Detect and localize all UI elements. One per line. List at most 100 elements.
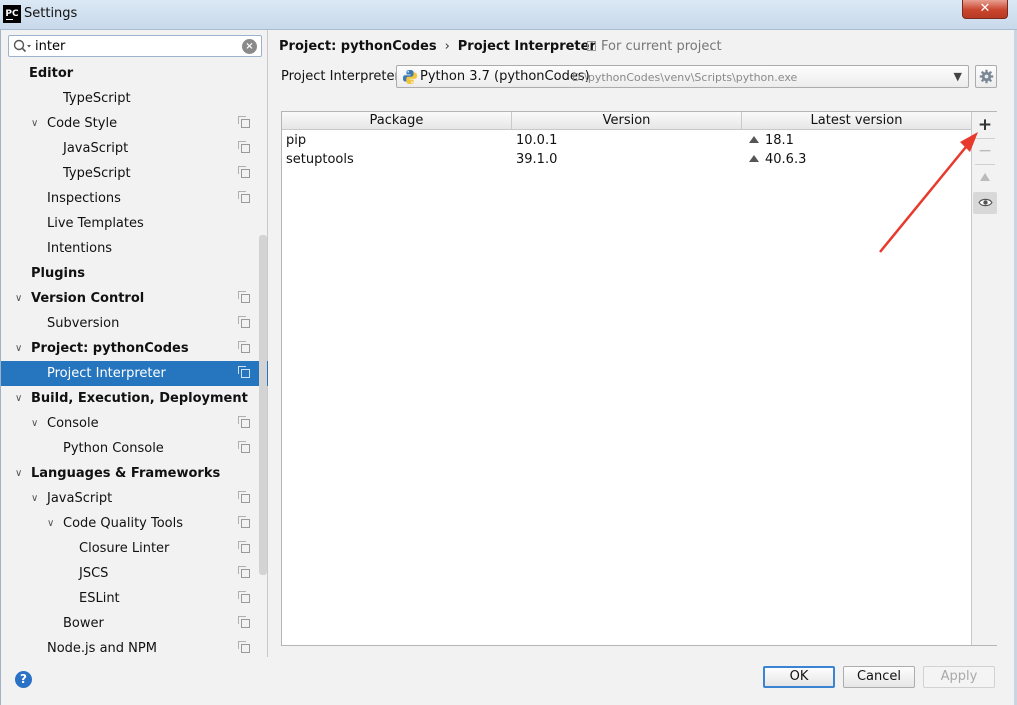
- interpreter-label: Project Interpreter:: [281, 69, 405, 84]
- tree-item[interactable]: Closure Linter: [1, 536, 259, 561]
- package-latest-version: 40.6.3: [749, 150, 806, 169]
- tree-item-label: Code Style: [47, 116, 118, 131]
- tree-item-label: TypeScript: [63, 91, 131, 106]
- package-version: 39.1.0: [516, 152, 558, 167]
- tree-item[interactable]: TypeScript: [1, 86, 259, 111]
- tree-item[interactable]: Editor: [1, 61, 259, 86]
- tree-item-label: Editor: [29, 66, 74, 81]
- eye-icon: [977, 198, 993, 207]
- tree-item[interactable]: ∨ JavaScript: [1, 486, 259, 511]
- tree-item-label: Python Console: [63, 441, 164, 456]
- tree-item[interactable]: JavaScript: [1, 136, 259, 161]
- search-input[interactable]: [35, 37, 235, 55]
- tree-item[interactable]: ∨ Version Control: [1, 286, 259, 311]
- table-row[interactable]: setuptools 39.1.0 40.6.3: [282, 150, 971, 169]
- project-scope-icon: [238, 316, 250, 328]
- tree-item[interactable]: ∨ Build, Execution, Deployment: [1, 386, 259, 411]
- uninstall-package-button[interactable]: −: [973, 140, 997, 162]
- column-header-version[interactable]: Version: [512, 112, 742, 130]
- tree-scrollbar[interactable]: [259, 235, 267, 575]
- tree-item[interactable]: JSCS: [1, 561, 259, 586]
- interpreter-settings-button[interactable]: [975, 65, 997, 88]
- chevron-down-icon[interactable]: ∨: [31, 411, 38, 436]
- help-icon[interactable]: ?: [15, 671, 32, 688]
- tree-item[interactable]: ∨ Languages & Frameworks: [1, 461, 259, 486]
- scope-note: For current project: [587, 38, 722, 56]
- project-scope-icon: [238, 491, 250, 503]
- latest-version-text: 40.6.3: [765, 152, 807, 167]
- tree-item[interactable]: Python Console: [1, 436, 259, 461]
- project-scope-icon: [238, 416, 250, 428]
- tree-item-label: Plugins: [31, 266, 85, 281]
- chevron-down-icon[interactable]: ▼: [954, 68, 962, 86]
- tree-item-label: Inspections: [47, 191, 121, 206]
- search-icon: [13, 39, 31, 53]
- breadcrumb-parent[interactable]: Project: pythonCodes: [279, 39, 437, 54]
- table-row[interactable]: pip 10.0.1 18.1: [282, 131, 971, 150]
- tree-item[interactable]: Intentions: [1, 236, 259, 261]
- close-window-button[interactable]: ✕: [962, 0, 1008, 19]
- project-scope-icon: [238, 616, 250, 628]
- upgrade-available-icon: [749, 155, 759, 162]
- clear-search-icon[interactable]: ×: [242, 39, 257, 54]
- tree-item[interactable]: Plugins: [1, 261, 259, 286]
- chevron-down-icon[interactable]: ∨: [15, 286, 22, 311]
- pycharm-logo-icon: PC: [3, 5, 21, 23]
- project-scope-icon: [238, 541, 250, 553]
- upgrade-triangle-icon: [980, 173, 990, 181]
- upgrade-package-button[interactable]: [973, 166, 997, 188]
- install-package-button[interactable]: +: [973, 114, 997, 136]
- tree-item-label: Console: [47, 416, 99, 431]
- tree-item[interactable]: ∨ Code Quality Tools: [1, 511, 259, 536]
- gear-icon: [979, 69, 994, 84]
- interpreter-dropdown[interactable]: Python 3.7 (pythonCodes) D:\pythonCodes\…: [396, 65, 969, 88]
- apply-button[interactable]: Apply: [923, 666, 995, 688]
- tree-item[interactable]: Subversion: [1, 311, 259, 336]
- breadcrumb-current: Project Interpreter: [457, 39, 596, 54]
- column-header-latest-version[interactable]: Latest version: [742, 112, 971, 130]
- tree-item[interactable]: ∨ Console: [1, 411, 259, 436]
- tree-item-label: Node.js and NPM: [47, 641, 157, 656]
- settings-tree: Editor TypeScript ∨ Code Style JavaScript Typ…: [1, 61, 268, 657]
- project-scope-icon: [238, 291, 250, 303]
- tree-item-label: ESLint: [79, 591, 120, 606]
- tree-item[interactable]: ESLint: [1, 586, 259, 611]
- show-early-releases-button[interactable]: [973, 192, 997, 214]
- breadcrumb-separator: ›: [444, 39, 450, 54]
- tree-item[interactable]: Live Templates: [1, 211, 259, 236]
- column-header-package[interactable]: Package: [282, 112, 512, 130]
- cancel-button[interactable]: Cancel: [843, 666, 915, 688]
- tree-item[interactable]: ∨ Project: pythonCodes: [1, 336, 259, 361]
- tree-item[interactable]: Node.js and NPM: [1, 636, 259, 657]
- interpreter-name: Python 3.7 (pythonCodes): [420, 69, 590, 84]
- tree-item[interactable]: ∨ Code Style: [1, 111, 259, 136]
- tree-item-label: Version Control: [31, 291, 145, 306]
- settings-dialog: × Editor TypeScript ∨ Code Style JavaScript T…: [0, 30, 1017, 705]
- chevron-down-icon[interactable]: ∨: [15, 336, 22, 361]
- dialog-footer: ? OK Cancel Apply: [1, 657, 1014, 705]
- python-icon: [403, 70, 417, 84]
- chevron-down-icon[interactable]: ∨: [15, 461, 22, 486]
- latest-version-text: 18.1: [765, 133, 794, 148]
- tree-item-label: JavaScript: [47, 491, 113, 506]
- scope-text: For current project: [601, 39, 722, 54]
- toolbar-divider: [975, 164, 995, 165]
- tree-item-label: Languages & Frameworks: [31, 466, 221, 481]
- chevron-down-icon[interactable]: ∨: [15, 386, 22, 411]
- tree-item[interactable]: Inspections: [1, 186, 259, 211]
- chevron-down-icon[interactable]: ∨: [31, 486, 38, 511]
- ok-button[interactable]: OK: [763, 666, 835, 688]
- project-scope-icon: [587, 41, 596, 51]
- tree-item[interactable]: Bower: [1, 611, 259, 636]
- tree-item-label: Subversion: [47, 316, 120, 331]
- tree-item[interactable]: Project Interpreter: [1, 361, 268, 386]
- window-title: Settings: [24, 6, 78, 21]
- interpreter-path: D:\pythonCodes\venv\Scripts\python.exe: [572, 71, 798, 84]
- chevron-down-icon[interactable]: ∨: [47, 511, 54, 536]
- chevron-down-icon[interactable]: ∨: [31, 111, 38, 136]
- settings-search-box[interactable]: ×: [8, 35, 262, 57]
- package-latest-version: 18.1: [749, 131, 794, 150]
- tree-item-label: Project Interpreter: [47, 366, 166, 381]
- tree-item-label: Intentions: [47, 241, 113, 256]
- tree-item[interactable]: TypeScript: [1, 161, 259, 186]
